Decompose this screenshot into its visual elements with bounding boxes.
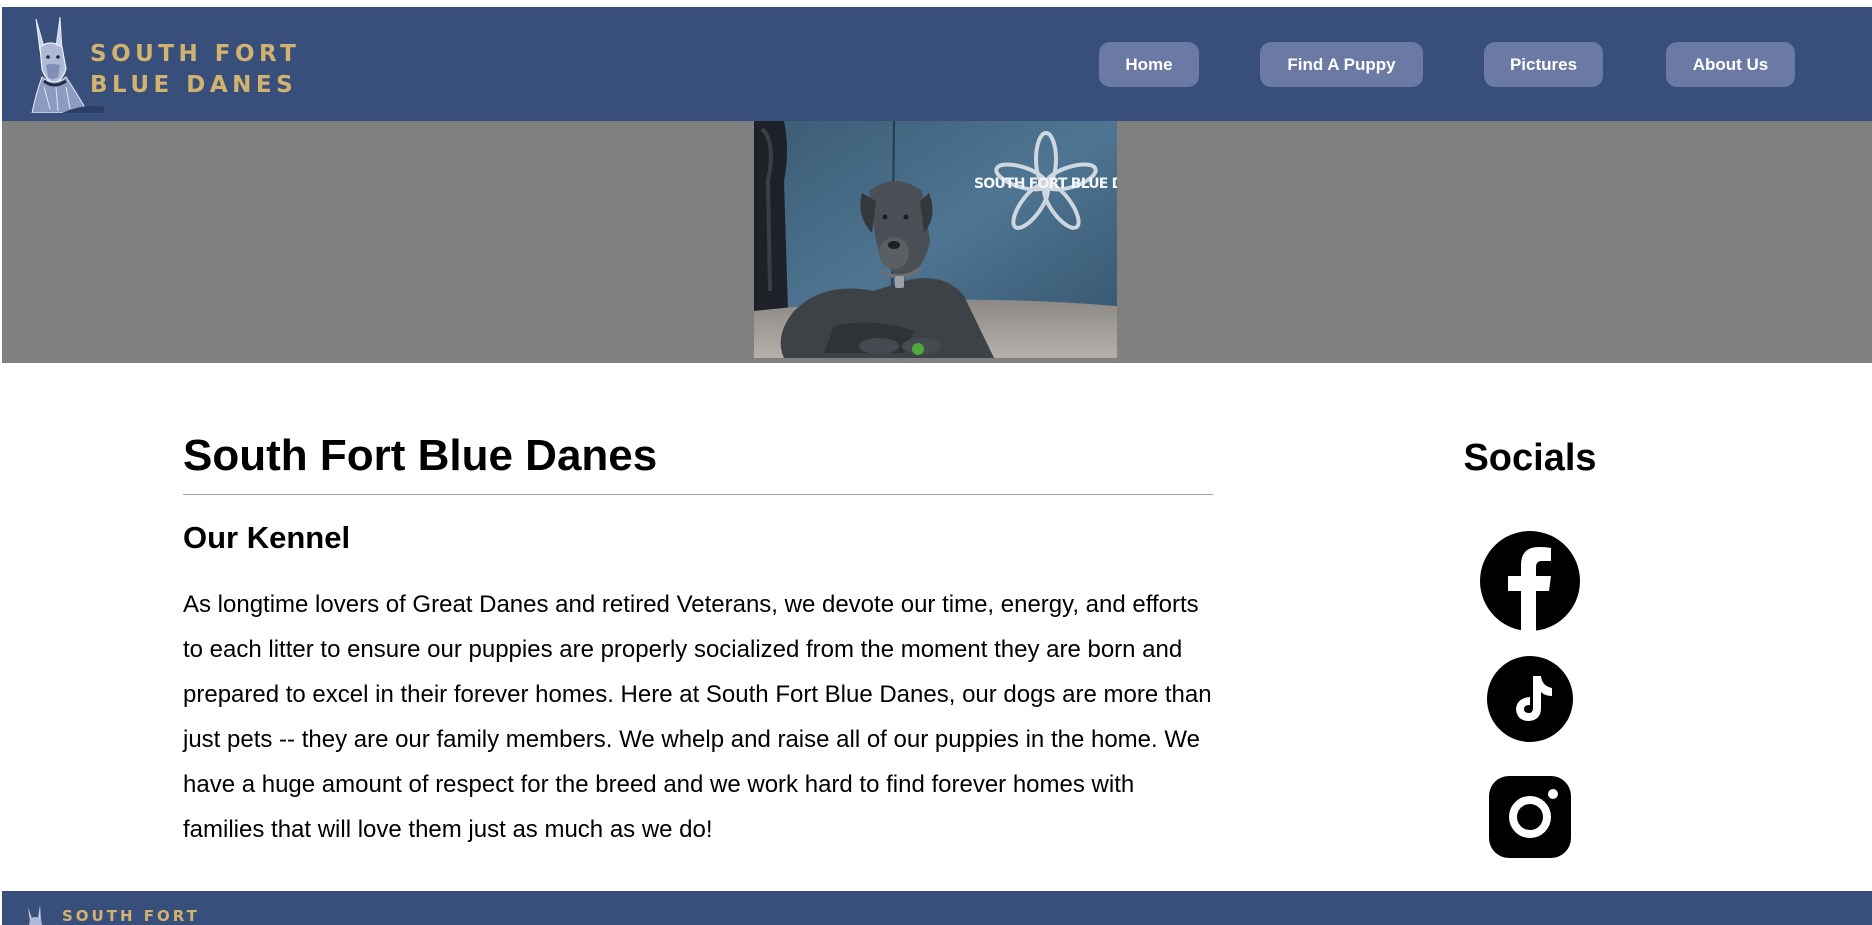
footer-logo-text: SOUTH FORT bbox=[62, 907, 200, 925]
footer-logo[interactable]: SOUTH FORT bbox=[24, 905, 197, 925]
socials-heading: Socials bbox=[1463, 437, 1597, 479]
page: SOUTH FORT BLUE DANES Home Find A Puppy … bbox=[0, 0, 1872, 925]
logo-line-1: SOUTH FORT bbox=[90, 41, 301, 67]
site-footer: SOUTH FORT bbox=[2, 891, 1872, 925]
hero-dog-photo: SOUTH FORT BLUE DANES bbox=[754, 121, 1117, 358]
facebook-icon[interactable] bbox=[1480, 531, 1580, 631]
hero-watermark-text: SOUTH FORT BLUE DANES bbox=[974, 176, 1117, 192]
nav-pictures-button[interactable]: Pictures bbox=[1484, 42, 1603, 87]
logo-line-2: BLUE DANES bbox=[90, 72, 298, 98]
nav-about-us-button[interactable]: About Us bbox=[1666, 42, 1795, 87]
site-header: SOUTH FORT BLUE DANES Home Find A Puppy … bbox=[2, 7, 1872, 121]
site-logo[interactable]: SOUTH FORT BLUE DANES bbox=[26, 17, 301, 113]
section-heading: Our Kennel bbox=[183, 520, 351, 555]
instagram-icon[interactable] bbox=[1489, 776, 1571, 858]
tiktok-icon[interactable] bbox=[1487, 656, 1573, 742]
kennel-description: As longtime lovers of Great Danes and re… bbox=[183, 591, 1212, 843]
footer-great-dane-icon bbox=[28, 905, 42, 925]
nav-home-button[interactable]: Home bbox=[1099, 42, 1199, 87]
hero-banner: SOUTH FORT BLUE DANES bbox=[2, 121, 1872, 363]
nav-find-a-puppy-button[interactable]: Find A Puppy bbox=[1260, 42, 1423, 87]
logo-text: SOUTH FORT BLUE DANES bbox=[90, 39, 301, 101]
page-title: South Fort Blue Danes bbox=[183, 431, 658, 480]
title-divider bbox=[183, 494, 1213, 495]
